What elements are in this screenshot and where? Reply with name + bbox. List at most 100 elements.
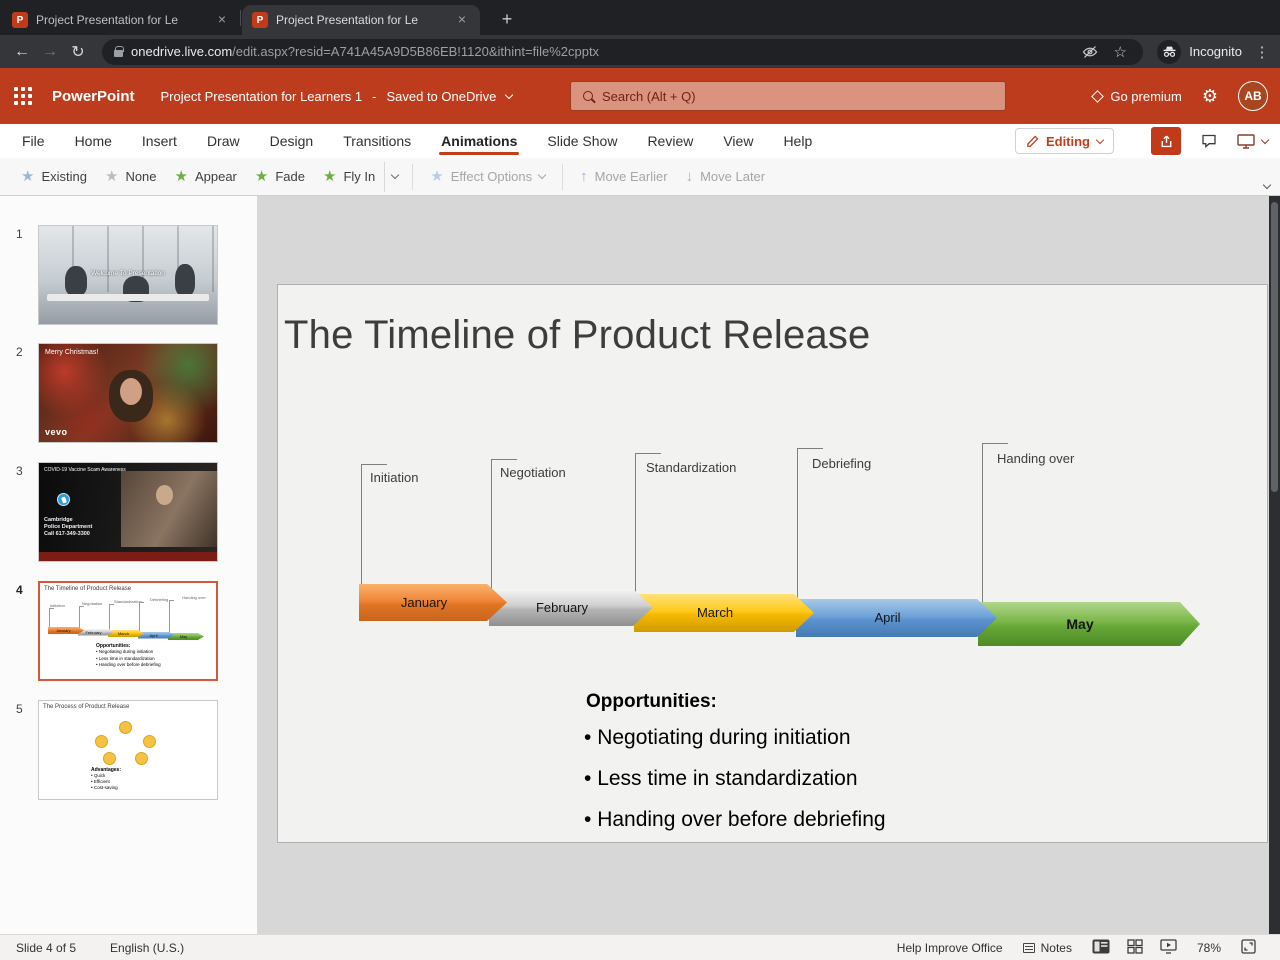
phase-label-debriefing[interactable]: Debriefing (812, 456, 871, 471)
menu-home[interactable]: Home (75, 124, 112, 158)
new-tab-button[interactable]: + (494, 7, 520, 33)
thumb4-arrow-april: April (138, 632, 174, 639)
slide-thumbnail-1[interactable]: Welcome To Presentation (38, 225, 218, 325)
month-label: February (535, 600, 589, 615)
slide-thumbnail-2[interactable]: Merry Christmas! vevo (38, 343, 218, 443)
address-bar[interactable]: onedrive.live.com/edit.aspx?resid=A741A4… (102, 38, 1144, 65)
app-launcher-icon[interactable] (14, 87, 32, 105)
notes-toggle[interactable]: Notes (1022, 941, 1072, 955)
vertical-scrollbar[interactable] (1269, 196, 1280, 960)
opportunities-heading[interactable]: Opportunities: (586, 691, 717, 713)
ribbon-existing[interactable]: ★ Existing (12, 158, 96, 196)
settings-gear-icon[interactable]: ⚙ (1202, 87, 1218, 105)
effects-gallery-dropdown[interactable] (384, 161, 404, 192)
document-title[interactable]: Project Presentation for Learners 1 (161, 89, 363, 104)
collapse-ribbon-icon[interactable] (1262, 180, 1272, 190)
browser-menu-icon[interactable]: ⋮ (1252, 43, 1272, 61)
month-label: May (1066, 616, 1094, 632)
phone-icon (57, 493, 70, 506)
menu-review[interactable]: Review (647, 124, 693, 158)
go-premium-button[interactable]: Go premium (1091, 89, 1182, 104)
menu-animations-active[interactable]: Animations (439, 124, 520, 158)
zoom-level[interactable]: 78% (1197, 941, 1221, 955)
bookmark-star-icon[interactable]: ☆ (1109, 41, 1131, 63)
ribbon-appear[interactable]: ★ Appear (166, 158, 246, 196)
thumb4-arrow-may: May (168, 633, 204, 640)
ribbon-fly-in[interactable]: ★ Fly In (314, 158, 384, 196)
menu-view[interactable]: View (723, 124, 753, 158)
slideshow-view-button[interactable] (1160, 938, 1177, 957)
phase-label-negotiation[interactable]: Negotiation (500, 465, 566, 480)
move-later-button[interactable]: ↓ Move Later (677, 158, 775, 196)
slide-thumbnail-5[interactable]: The Process of Product Release Advantage… (38, 700, 218, 800)
search-input[interactable] (602, 88, 993, 104)
phase-label-handing-over[interactable]: Handing over (997, 451, 1074, 466)
thumb4-bullet: Handing over before debriefing (96, 662, 161, 669)
slide-title-textbox[interactable]: The Timeline of Product Release (284, 313, 871, 358)
opportunities-list[interactable]: Negotiating during initiation Less time … (584, 717, 885, 840)
thumb4-phase: Handing over (182, 595, 206, 600)
timeline-arrow-may[interactable]: May (978, 602, 1200, 646)
slide-thumbnail-panel: 1 Welcome To Presentation 2 Merry Christ… (0, 196, 257, 934)
menu-transitions[interactable]: Transitions (343, 124, 411, 158)
browser-tab-2-active[interactable]: P Project Presentation for Le × (242, 5, 480, 35)
browser-tab-1[interactable]: P Project Presentation for Le × (2, 5, 240, 35)
star-icon: ★ (322, 168, 337, 185)
scrollbar-thumb[interactable] (1271, 202, 1278, 492)
menu-help[interactable]: Help (783, 124, 812, 158)
share-button[interactable] (1151, 127, 1181, 155)
thumb4-bullet: Negotiating during initiation (96, 649, 161, 656)
menu-insert[interactable]: Insert (142, 124, 177, 158)
phase-label-initiation[interactable]: Initiation (370, 470, 418, 485)
fit-slide-button[interactable] (1241, 938, 1256, 957)
thumb1-caption: Welcome To Presentation (91, 270, 165, 277)
ribbon-fade[interactable]: ★ Fade (246, 158, 314, 196)
move-earlier-button[interactable]: ↑ Move Earlier (571, 158, 676, 196)
comments-button[interactable] (1194, 127, 1224, 155)
timeline-arrow-february[interactable]: February (489, 589, 653, 626)
effect-options-button[interactable]: ★ Effect Options (421, 158, 554, 196)
ribbon-fade-label: Fade (275, 169, 305, 184)
editing-label: Editing (1045, 133, 1090, 149)
slide-thumbnail-4-selected[interactable]: The Timeline of Product Release Initiati… (38, 581, 218, 681)
menu-file[interactable]: File (22, 124, 45, 158)
slide-sorter-view-button[interactable] (1127, 938, 1143, 957)
eye-blocked-icon[interactable] (1079, 41, 1101, 63)
search-box[interactable] (570, 81, 1006, 111)
phase-label-standardization[interactable]: Standardization (646, 460, 736, 475)
editing-mode-button[interactable]: Editing (1014, 128, 1114, 154)
star-icon: ★ (430, 168, 444, 185)
christmas-video-still: Merry Christmas! vevo (39, 344, 217, 442)
present-button[interactable] (1237, 133, 1270, 149)
chevron-down-icon (1095, 135, 1105, 144)
chevron-down-icon[interactable] (505, 90, 514, 99)
powerpoint-favicon: P (12, 12, 28, 28)
chevron-down-icon[interactable] (1260, 135, 1270, 144)
tab-title: Project Presentation for Le (276, 13, 419, 27)
reload-button[interactable]: ↻ (64, 38, 92, 66)
back-button[interactable]: ← (8, 38, 36, 66)
menu-design[interactable]: Design (270, 124, 314, 158)
forward-button[interactable]: → (36, 38, 64, 66)
slide-number-selected: 4 (16, 583, 23, 597)
share-icon (1161, 135, 1171, 147)
language-button[interactable]: English (U.S.) (110, 941, 184, 955)
ribbon-none[interactable]: ★ None (96, 158, 166, 196)
up-arrow-icon: ↑ (580, 168, 588, 185)
timeline-arrow-april[interactable]: April (796, 599, 997, 637)
current-slide[interactable]: The Timeline of Product Release Initiati… (277, 284, 1268, 843)
thumb4-phase: Standardization (114, 599, 142, 604)
help-improve-office-link[interactable]: Help Improve Office (897, 941, 1003, 955)
timeline-arrow-march[interactable]: March (634, 594, 814, 632)
slide-thumbnail-3[interactable]: COVID-19 Vaccine Scam Awareness Cambridg… (38, 462, 218, 562)
menu-draw[interactable]: Draw (207, 124, 240, 158)
tab-close-icon[interactable]: × (214, 12, 230, 28)
account-avatar[interactable]: AB (1238, 81, 1268, 111)
normal-view-button[interactable] (1092, 939, 1110, 957)
opportunity-bullet: Handing over before debriefing (584, 799, 885, 840)
star-icon: ★ (174, 168, 188, 185)
timeline-arrow-january[interactable]: January (359, 584, 507, 621)
tab-close-icon[interactable]: × (454, 12, 470, 28)
menu-slide-show[interactable]: Slide Show (547, 124, 617, 158)
save-status[interactable]: Saved to OneDrive (386, 89, 496, 104)
